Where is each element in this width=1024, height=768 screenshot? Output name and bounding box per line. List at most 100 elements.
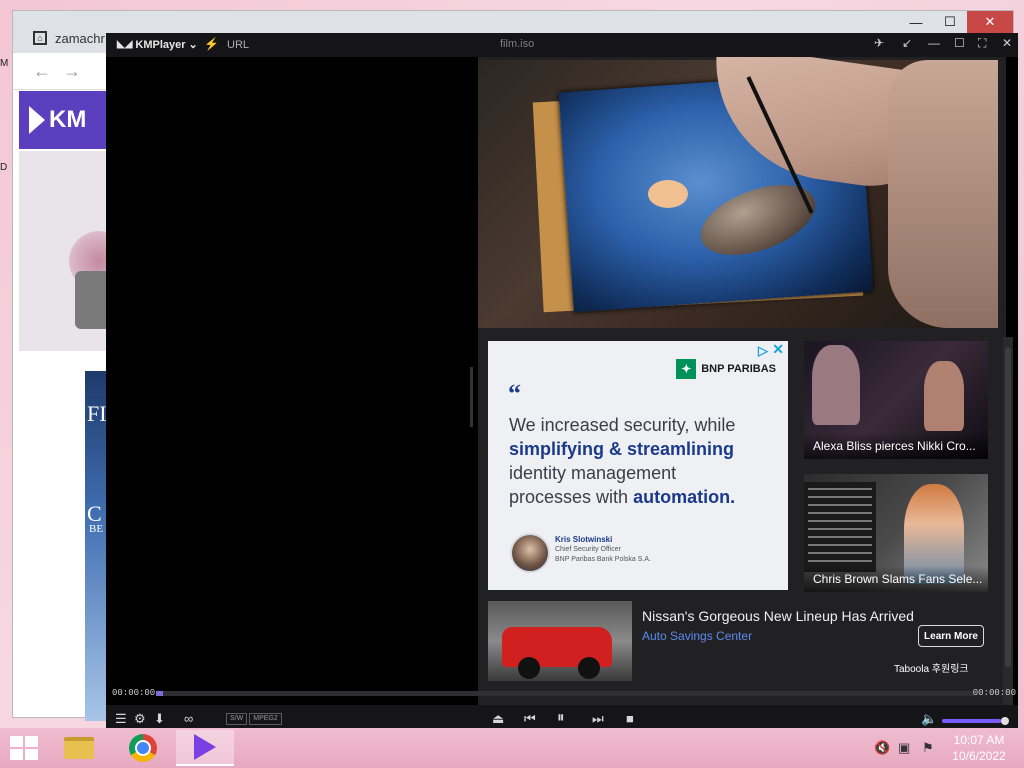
- fullscreen-icon[interactable]: ⛶: [978, 36, 986, 51]
- glow-image: [648, 180, 688, 208]
- kmplayer-menu-button[interactable]: ◣◢ KMPlayer ⌄: [117, 38, 198, 52]
- site-hero-image: [19, 151, 129, 351]
- pin-icon[interactable]: ✈: [874, 36, 884, 50]
- close-button[interactable]: ✕: [967, 11, 1013, 33]
- scrollbar-thumb[interactable]: [1005, 347, 1011, 667]
- time-total: 00:00:00: [972, 688, 1016, 698]
- taboola-source[interactable]: Auto Savings Center: [642, 629, 752, 643]
- museum-icon: ⌂: [33, 31, 47, 45]
- ad-copy-emphasis-2: automation.: [633, 487, 736, 507]
- person-company: BNP Paribas Bank Polska S.A.: [555, 556, 651, 563]
- panel-resize-handle[interactable]: [470, 367, 473, 427]
- maximize-button[interactable]: ☐: [933, 11, 967, 33]
- volume-slider[interactable]: [942, 717, 1009, 725]
- taboola-title[interactable]: Nissan's Gorgeous New Lineup Has Arrived: [642, 608, 914, 624]
- ad-copy-line-3: processes with: [509, 487, 629, 507]
- download-icon[interactable]: ⬇: [154, 711, 165, 727]
- volume-knob[interactable]: [1001, 717, 1009, 725]
- site-logo-text: KM: [49, 106, 87, 133]
- adchoices-icon[interactable]: ▷: [758, 343, 768, 359]
- wrestler-image-2: [924, 361, 964, 431]
- lightning-icon[interactable]: ⚡: [204, 37, 219, 51]
- vr-goggles-icon[interactable]: ∞: [184, 711, 193, 726]
- desktop-mark-1: M: [0, 58, 9, 69]
- desktop-mark-2: D: [0, 162, 8, 173]
- minimize-button[interactable]: —: [899, 11, 933, 33]
- codec-badges[interactable]: S/W MPEG2: [226, 713, 282, 725]
- speaker-muted-icon[interactable]: 🔇: [874, 740, 890, 756]
- settings-gear-icon[interactable]: ⚙: [134, 711, 146, 727]
- pause-icon[interactable]: ⏸: [557, 709, 565, 726]
- person-name: Kris Slotwinski: [555, 535, 613, 544]
- kmplayer-logo-icon: [29, 106, 45, 134]
- mini-mode-icon[interactable]: ↙: [902, 36, 912, 50]
- bnp-ad[interactable]: ▷ ✕ ✦ BNP PARIBAS “ We increased securit…: [488, 341, 788, 590]
- volume-fill: [942, 719, 1001, 723]
- ad-copy-line-2: identity management: [509, 463, 677, 483]
- bank-logo: ✦ BNP PARIBAS: [676, 359, 776, 379]
- document-image: [804, 482, 876, 572]
- embedded-web-panel: ▷ ✕ ✦ BNP PARIBAS “ We increased securit…: [478, 57, 1006, 717]
- seek-bar[interactable]: [156, 691, 974, 696]
- kmplayer-titlebar[interactable]: ◣◢ KMPlayer ⌄ ⚡ URL film.iso ✈ ↙ — ☐ ⛶ ✕: [106, 33, 1018, 57]
- clock-time: 10:07 AM: [953, 733, 1005, 747]
- learn-more-button[interactable]: Learn More: [918, 625, 984, 647]
- ad-close-icon[interactable]: ✕: [772, 341, 784, 358]
- browser-tab-title: zamachr: [55, 30, 105, 46]
- book-text-3: BE: [89, 523, 104, 535]
- url-button[interactable]: URL: [227, 39, 249, 51]
- book-text-1: FI: [87, 401, 107, 426]
- ad-copy: We increased security, while simplifying…: [509, 413, 779, 509]
- previous-icon[interactable]: ⏮: [524, 711, 536, 727]
- file-explorer-icon[interactable]: [50, 730, 108, 766]
- bank-name: BNP PARIBAS: [701, 363, 776, 375]
- windows-start-icon[interactable]: [10, 736, 38, 760]
- stop-icon[interactable]: ■: [626, 711, 634, 726]
- tattoo-arm-image: [888, 60, 998, 328]
- kmplayer-site-banner[interactable]: KM: [19, 91, 109, 149]
- wheel-image: [518, 657, 540, 679]
- taboola-sponsored-label[interactable]: Taboola 후원링크: [894, 660, 969, 675]
- seek-row: 00:00:00 00:00:00: [106, 687, 1018, 701]
- maximize-icon[interactable]: ☐: [954, 36, 965, 50]
- bank-star-icon: ✦: [676, 359, 697, 379]
- clock-date: 10/6/2022: [952, 749, 1006, 763]
- browser-window-controls: — ☐ ✕: [899, 11, 1013, 33]
- kmplayer-brand-label: KMPlayer: [135, 38, 186, 51]
- video-tile-caption: Alexa Bliss pierces Nikki Cro...: [804, 433, 988, 459]
- kmplayer-logo-icon: ◣◢: [117, 39, 133, 50]
- web-scrollbar[interactable]: [1003, 337, 1013, 707]
- ad-copy-emphasis-1: simplifying & streamlining: [509, 439, 735, 459]
- kmplayer-window: ◣◢ KMPlayer ⌄ ⚡ URL film.iso ✈ ↙ — ☐ ⛶ ✕: [106, 33, 1018, 736]
- file-name: film.iso: [500, 38, 535, 50]
- playlist-icon[interactable]: ☰: [115, 711, 127, 727]
- seek-knob[interactable]: [156, 691, 163, 696]
- chrome-icon[interactable]: [114, 730, 172, 766]
- time-elapsed: 00:00:00: [112, 688, 156, 698]
- close-icon[interactable]: ✕: [1002, 36, 1012, 50]
- taskbar: 🔇 ▣ ⚑ 10:07 AM 10/6/2022: [0, 728, 1024, 768]
- volume-icon[interactable]: 🔈: [921, 711, 937, 727]
- forward-arrow-icon[interactable]: →: [63, 61, 81, 82]
- minimize-icon[interactable]: —: [928, 36, 940, 50]
- video-tile-1[interactable]: Alexa Bliss pierces Nikki Cro...: [804, 341, 988, 459]
- next-icon[interactable]: ⏭: [592, 711, 604, 727]
- codec-format-badge: MPEG2: [249, 713, 282, 725]
- video-tile-caption: Chris Brown Slams Fans Sele...: [804, 566, 988, 592]
- eject-icon[interactable]: ⏏: [492, 711, 504, 727]
- kmplayer-taskbar-icon[interactable]: [176, 730, 234, 766]
- chevron-down-icon: ⌄: [188, 39, 198, 51]
- taboola-thumbnail[interactable]: [488, 601, 632, 681]
- back-arrow-icon[interactable]: ←: [33, 61, 51, 82]
- ad-copy-line-1: We increased security, while: [509, 415, 736, 435]
- painting-video[interactable]: [478, 57, 998, 328]
- video-tile-2[interactable]: Chris Brown Slams Fans Sele...: [804, 474, 988, 592]
- video-area[interactable]: ▷ ✕ ✦ BNP PARIBAS “ We increased securit…: [106, 57, 1018, 717]
- network-icon[interactable]: ▣: [898, 740, 910, 756]
- person-title: Chief Security Officer: [555, 546, 622, 553]
- action-center-icon[interactable]: ⚑: [922, 740, 934, 756]
- wrestler-image-1: [812, 345, 860, 425]
- quote-mark: “: [508, 379, 521, 408]
- wheel-image: [578, 657, 600, 679]
- system-clock[interactable]: 10:07 AM 10/6/2022: [948, 732, 1010, 764]
